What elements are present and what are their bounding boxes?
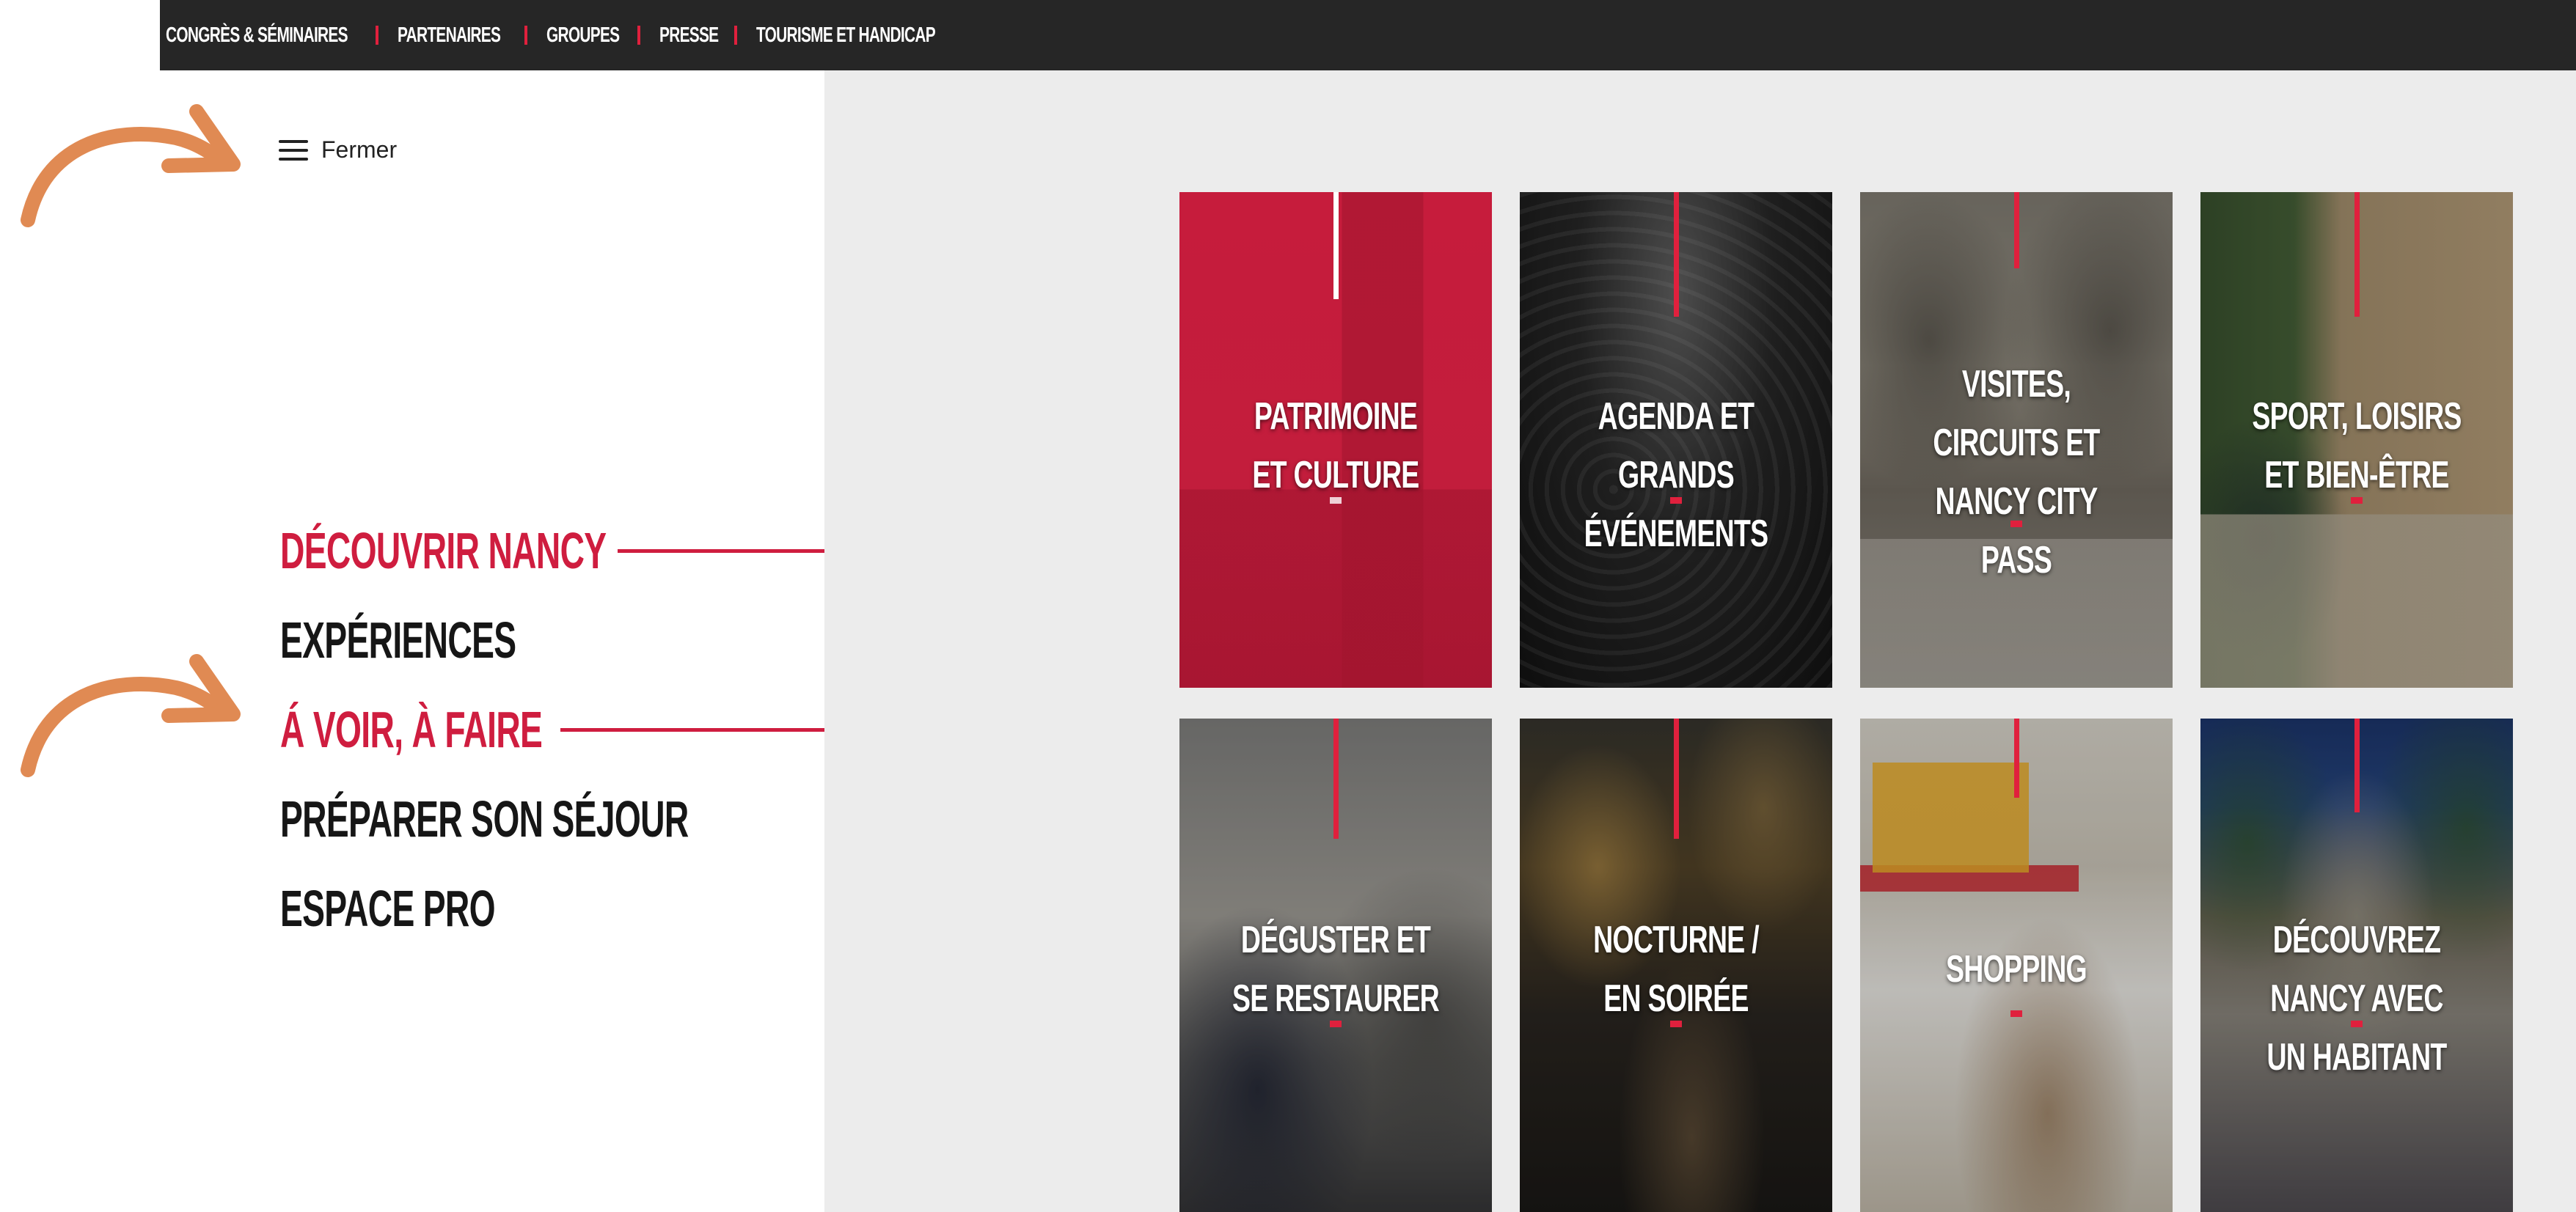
tile-title: Sport, loisirs et bien-être xyxy=(2252,395,2462,496)
top-nav-link-presse[interactable]: Presse xyxy=(659,23,719,48)
tile-underline-bar xyxy=(1330,1021,1342,1027)
top-nav-link-groupes[interactable]: Groupes xyxy=(546,23,620,48)
top-nav-separator xyxy=(524,26,527,45)
tile-top-line xyxy=(1333,192,1339,299)
active-indicator-line xyxy=(560,728,824,732)
tile-visites-circuits[interactable]: Visites, circuits et Nancy City Pass xyxy=(1860,192,2173,688)
tile-deguster-restaurer[interactable]: Déguster et se restaurer xyxy=(1179,719,1492,1212)
curved-arrow-icon xyxy=(21,104,241,227)
tile-title: Visites, circuits et Nancy City Pass xyxy=(1933,363,2100,581)
top-nav-link-partenaires[interactable]: Partenaires xyxy=(398,23,501,48)
menu-item-label: Découvrir Nancy xyxy=(280,522,607,579)
top-nav-links: Congrès & séminaires Partenaires Groupes… xyxy=(166,0,1004,70)
tile-top-line xyxy=(2354,192,2360,317)
menu-item-preparer-sejour[interactable]: Préparer son séjour xyxy=(280,774,899,864)
menu-item-decouvrir-nancy[interactable]: Découvrir Nancy xyxy=(280,506,899,595)
tile-top-line xyxy=(1333,719,1339,839)
tile-underline-bar xyxy=(2351,1021,2363,1027)
tile-title: Découvrez Nancy avec un habitant xyxy=(2266,919,2447,1079)
active-indicator-line xyxy=(618,549,824,553)
tile-underline-bar xyxy=(2351,497,2363,504)
tile-underline-bar xyxy=(1670,497,1682,504)
menu-item-label: Espace pro xyxy=(280,880,496,937)
menu-close-button[interactable]: Fermer xyxy=(279,136,397,164)
tile-title: Nocturne / en soirée xyxy=(1593,919,1759,1020)
hamburger-icon xyxy=(279,139,308,162)
menu-item-label: Á voir, à faire xyxy=(280,701,543,758)
tile-title: Shopping xyxy=(1946,948,2087,991)
tile-nocturne-soiree[interactable]: Nocturne / en soirée xyxy=(1520,719,1832,1212)
tile-top-line xyxy=(2014,719,2019,798)
tile-title: Patrimoine et culture xyxy=(1252,395,1419,496)
top-nav-separator xyxy=(733,26,737,45)
menu-item-a-voir-a-faire[interactable]: Á voir, à faire xyxy=(280,685,899,774)
top-nav-item[interactable]: Tourisme et handicap xyxy=(756,0,1005,70)
top-nav-separator xyxy=(376,26,379,45)
top-nav-item[interactable]: Groupes xyxy=(546,0,648,70)
top-nav-link-congres[interactable]: Congrès & séminaires xyxy=(166,23,348,48)
menu-item-label: Expériences xyxy=(280,611,516,669)
top-nav-bar: Congrès & séminaires Partenaires Groupes… xyxy=(160,0,2576,70)
menu-close-label: Fermer xyxy=(321,136,398,163)
tile-underline-bar xyxy=(1670,1021,1682,1027)
tile-decouvrez-habitant[interactable]: Découvrez Nancy avec un habitant xyxy=(2200,719,2513,1212)
tile-title: Agenda et grands événements xyxy=(1584,395,1768,555)
tile-sport-loisirs[interactable]: Sport, loisirs et bien-être xyxy=(2200,192,2513,688)
top-nav-item[interactable]: Congrès & séminaires xyxy=(166,0,418,70)
curved-arrow-icon xyxy=(21,654,241,777)
top-nav-separator xyxy=(637,26,640,45)
tile-patrimoine-culture[interactable]: Patrimoine et culture xyxy=(1179,192,1492,688)
tile-underline-bar xyxy=(1330,497,1342,504)
tile-top-line xyxy=(1674,719,1679,839)
tile-top-line xyxy=(1674,192,1679,317)
top-nav-item[interactable]: Presse xyxy=(659,0,742,70)
top-nav-link-tourisme-handicap[interactable]: Tourisme et handicap xyxy=(756,23,936,48)
tile-top-line xyxy=(2354,719,2360,812)
tile-agenda-evenements[interactable]: Agenda et grands événements xyxy=(1520,192,1832,688)
main-menu: Découvrir Nancy Expériences Á voir, à fa… xyxy=(280,506,899,953)
tile-underline-bar xyxy=(2010,521,2022,527)
menu-item-espace-pro[interactable]: Espace pro xyxy=(280,864,899,953)
tile-underline-bar xyxy=(2010,1010,2022,1017)
tile-shopping[interactable]: Shopping xyxy=(1860,719,2173,1212)
tile-top-line xyxy=(2014,192,2019,268)
tile-title: Déguster et se restaurer xyxy=(1232,919,1440,1020)
submenu-tiles-area: Patrimoine et culture Agenda et grands é… xyxy=(824,70,2576,1212)
menu-item-label: Préparer son séjour xyxy=(280,790,689,848)
top-nav-item[interactable]: Partenaires xyxy=(398,0,541,70)
menu-item-experiences[interactable]: Expériences xyxy=(280,595,899,685)
